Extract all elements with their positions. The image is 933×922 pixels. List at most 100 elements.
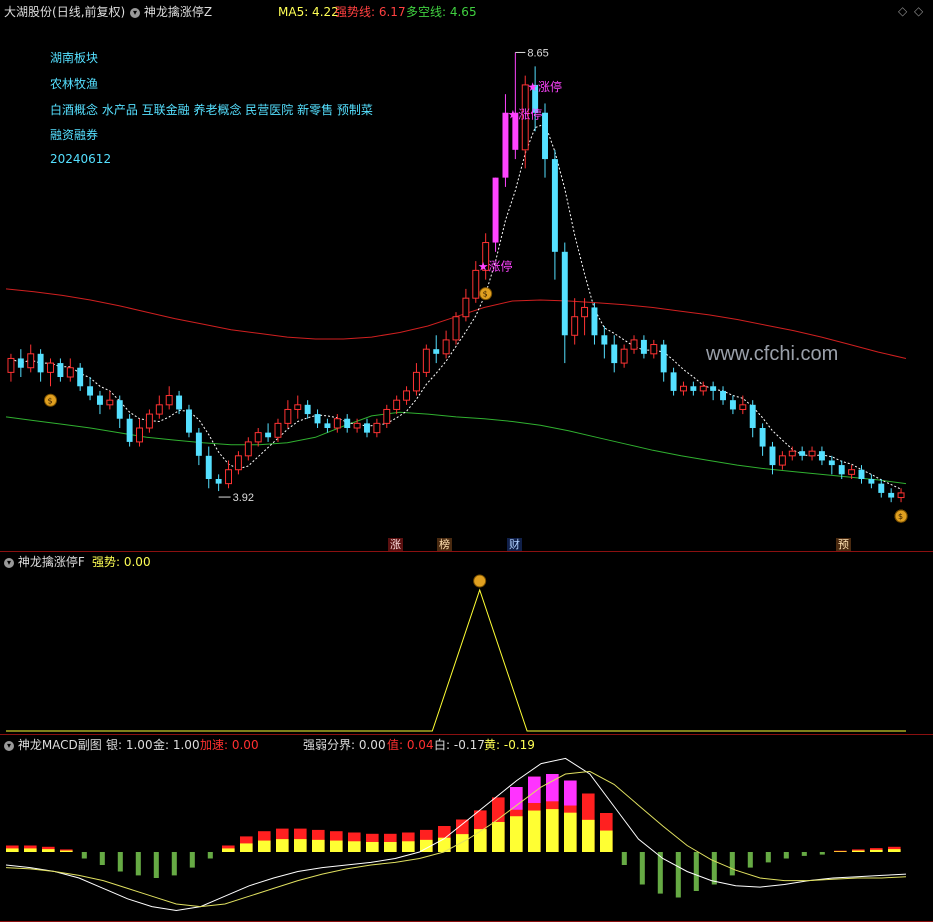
sector-label: 融资融券 <box>50 128 99 142</box>
candle-body <box>393 399 401 410</box>
candle-body <box>749 404 756 428</box>
macd-bar <box>240 843 253 852</box>
candle-body <box>96 395 103 405</box>
candle-body <box>542 112 548 160</box>
macd-bar <box>528 810 541 852</box>
macd-bar <box>564 780 577 806</box>
candle-body <box>27 353 35 369</box>
diamond-icon[interactable]: ◇ <box>898 4 907 18</box>
indicator-selector-sub1[interactable]: ▾ 神龙擒涨停F <box>4 555 85 569</box>
candle-body <box>778 455 786 466</box>
candle-body <box>126 418 133 442</box>
indicator-selector-sub2[interactable]: ▾ 神龙MACD副图 <box>4 738 102 752</box>
limit-up-marker: ★涨停 <box>527 79 562 94</box>
candle-body <box>660 344 667 373</box>
indicator-name: 神龙擒涨停Z <box>143 5 213 19</box>
candle-body <box>284 408 292 424</box>
candle-body <box>195 432 202 456</box>
macd-bar <box>600 830 613 852</box>
money-bag-icon: $ <box>483 290 488 299</box>
candle-body <box>551 159 558 252</box>
pane-divider-1 <box>0 551 933 552</box>
macd-bar <box>546 809 559 852</box>
macd-bar <box>819 852 825 855</box>
stock-title[interactable]: 大湖股份(日线,前复权) <box>4 5 125 19</box>
candle-body <box>888 492 895 498</box>
chevron-down-icon: ▾ <box>4 740 14 751</box>
macd-bar <box>693 852 699 891</box>
macd-bar <box>852 850 865 852</box>
strong-line-label: 强势线: 6.17 <box>335 5 406 19</box>
macd-bar <box>639 852 645 885</box>
macd-bar <box>60 850 73 852</box>
macd-bar <box>765 852 771 863</box>
candle-body <box>364 423 370 433</box>
candle-body <box>215 479 222 484</box>
ma5-line <box>10 123 902 490</box>
candle-body <box>858 469 865 479</box>
candle-body <box>106 399 114 406</box>
candle-body <box>690 386 697 391</box>
candle-body <box>502 112 509 178</box>
candle-body <box>828 460 835 466</box>
event-tag[interactable]: 财 <box>507 538 522 551</box>
indicator-name: 神龙MACD副图 <box>17 738 102 752</box>
candle-body <box>234 455 242 471</box>
event-tag[interactable]: 榜 <box>437 538 452 551</box>
candle-body <box>868 479 875 484</box>
low-label: 3.92 <box>233 492 254 504</box>
candle-body <box>462 297 470 318</box>
macd-bar <box>294 839 307 852</box>
candle-body <box>808 450 816 457</box>
candle-body <box>314 414 321 424</box>
candle-body <box>788 450 796 457</box>
candle-body <box>176 395 183 410</box>
macd-bar <box>189 852 195 868</box>
candle-body <box>452 316 460 341</box>
candle-body <box>710 386 717 391</box>
candle-body <box>353 422 361 429</box>
candle-body <box>591 307 598 336</box>
candle-body <box>145 413 153 429</box>
ma5-label: MA5: 4.22 <box>278 5 339 19</box>
candle-body <box>878 483 885 493</box>
macd-bar <box>528 776 541 803</box>
candle-body <box>838 465 845 475</box>
candle-body <box>47 362 54 373</box>
macd-bar <box>207 852 213 859</box>
event-tag[interactable]: 预 <box>836 538 851 551</box>
candle-body <box>571 316 579 336</box>
candle-body <box>897 492 905 499</box>
candle-body <box>442 339 450 355</box>
candle-body <box>344 418 351 428</box>
sector-label: 农林牧渔 <box>50 77 99 91</box>
money-bag-icon: $ <box>898 512 903 521</box>
accel-label: 加速: 0.00 <box>200 738 259 752</box>
event-tag[interactable]: 涨 <box>388 538 403 551</box>
macd-bar <box>783 852 789 859</box>
macd-bar <box>171 852 177 876</box>
candle-body <box>650 344 658 355</box>
chart-canvas: 8.653.92★涨停★涨停★涨停$$$$$$$$$ <box>5 47 908 912</box>
macd-bar <box>135 852 141 876</box>
white-label: 白: -0.17 <box>434 738 485 752</box>
diamond-icon[interactable]: ◇ <box>914 4 923 18</box>
candle-body <box>155 404 163 415</box>
macd-bar <box>276 839 289 852</box>
bull-bear-label: 多空线: 4.65 <box>406 5 477 19</box>
macd-bar <box>153 852 159 878</box>
candle-body <box>116 400 123 419</box>
macd-bar <box>801 852 807 856</box>
macd-bar <box>510 787 523 810</box>
strength-label: 强势: 0.00 <box>92 555 151 569</box>
candle-body <box>759 428 766 447</box>
chevron-down-icon: ▾ <box>4 557 14 568</box>
macd-bar <box>222 848 235 852</box>
macd-bar <box>99 852 105 865</box>
candle-body <box>225 469 232 485</box>
macd-bar <box>81 852 87 859</box>
money-bag-icon: $ <box>48 396 53 405</box>
indicator-selector-main[interactable]: ▾ 神龙擒涨停Z <box>130 5 212 19</box>
macd-bar <box>582 819 595 852</box>
candle-body <box>333 418 341 429</box>
